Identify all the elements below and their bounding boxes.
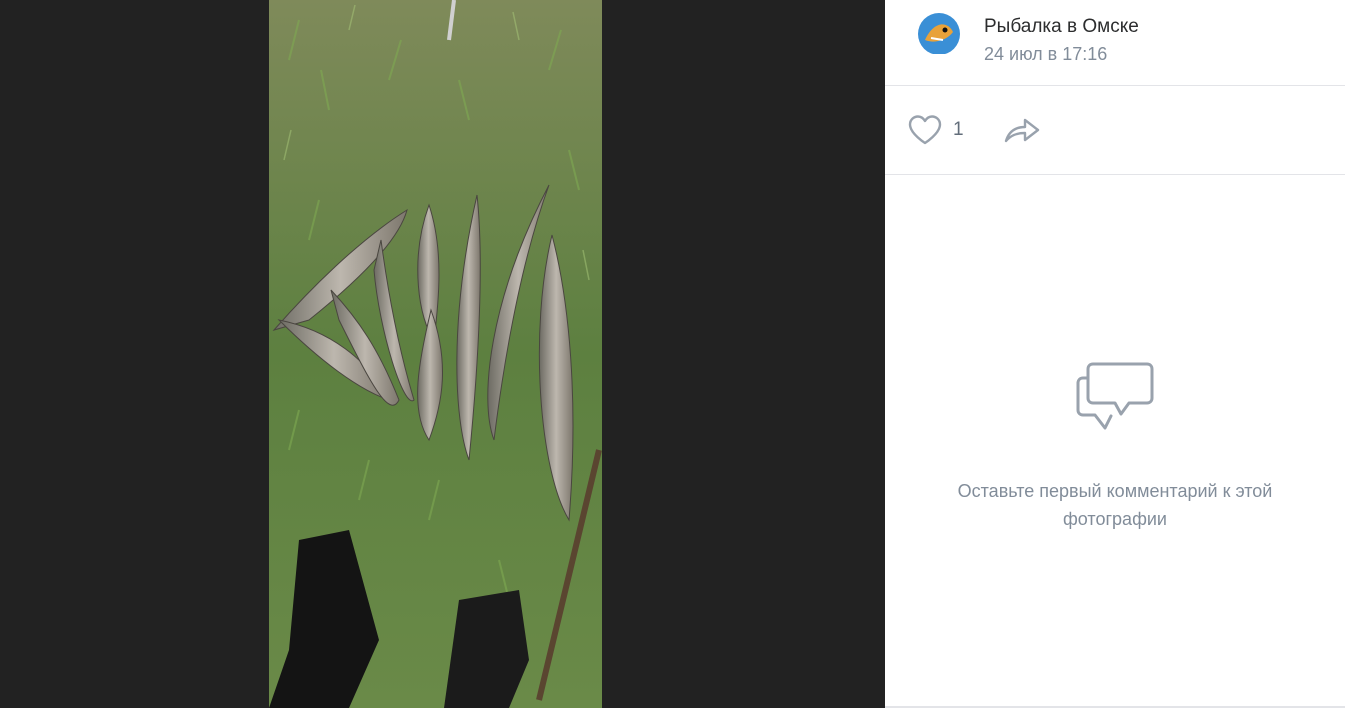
fish-catch-photo [269,0,602,708]
empty-comments-text: Оставьте первый комментарий к этой фотог… [957,481,1273,529]
share-button[interactable] [1003,116,1041,151]
heart-icon [908,115,942,145]
empty-comments: Оставьте первый комментарий к этой фотог… [885,360,1345,533]
side-panel: Рыбалка в Омске 24 июл в 17:16 1 Оставьт… [885,0,1345,708]
avatar[interactable] [913,10,965,62]
share-arrow-icon [1004,118,1040,143]
author-name[interactable]: Рыбалка в Омске [984,16,1139,38]
photo[interactable] [269,0,602,708]
post-header: Рыбалка в Омске 24 июл в 17:16 [885,0,1345,86]
photo-viewer [0,0,885,708]
fish-logo-icon [917,13,961,60]
comment-bubbles-icon [1076,362,1154,430]
post-date[interactable]: 24 июл в 17:16 [984,44,1107,65]
like-button[interactable]: 1 [907,114,964,146]
like-count: 1 [953,119,964,140]
actions-bar: 1 [885,86,1345,175]
